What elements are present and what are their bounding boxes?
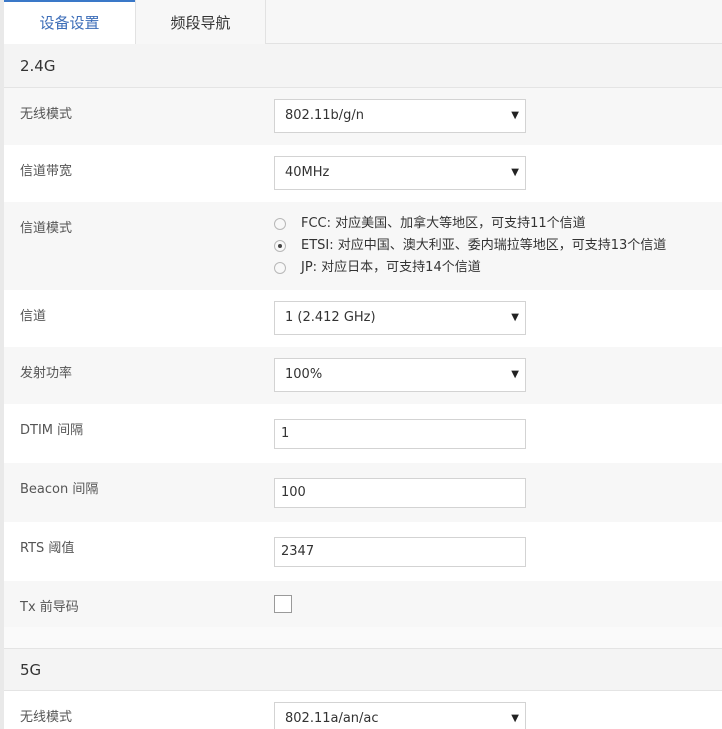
caret-down-icon: ▼ — [511, 312, 519, 323]
tx-preamble-checkbox[interactable] — [274, 595, 292, 613]
tab-device-settings[interactable]: 设备设置 — [4, 0, 135, 44]
radio-button[interactable] — [274, 262, 286, 274]
wireless-mode-5g-value: 802.11a/an/ac — [285, 711, 379, 726]
channel-value: 1 (2.412 GHz) — [285, 310, 376, 325]
tx-preamble-label: Tx 前导码 — [20, 600, 79, 615]
caret-down-icon: ▼ — [511, 110, 519, 121]
row-channel-width: 信道带宽 40MHz ▼ — [4, 145, 722, 202]
radio-button[interactable] — [274, 218, 286, 230]
section-title-5g: 5G — [4, 648, 722, 691]
row-beacon: Beacon 间隔 100 — [4, 463, 722, 522]
tab-bar: 设备设置 频段导航 — [4, 0, 722, 44]
radio-button-checked[interactable] — [274, 240, 286, 252]
channel-select[interactable]: 1 (2.412 GHz) ▼ — [274, 301, 526, 335]
row-channel-mode: 信道模式 FCC: 对应美国、加拿大等地区，可支持11个信道 ETSI: 对应中… — [4, 202, 722, 290]
channel-width-label: 信道带宽 — [20, 164, 73, 179]
beacon-input[interactable]: 100 — [274, 478, 526, 508]
row-tx-power: 发射功率 100% ▼ — [4, 347, 722, 404]
tab-band-steering[interactable]: 频段导航 — [135, 0, 266, 44]
tx-power-label: 发射功率 — [20, 366, 73, 381]
row-dtim: DTIM 间隔 1 — [4, 404, 722, 463]
caret-down-icon: ▼ — [511, 167, 519, 178]
row-channel: 信道 1 (2.412 GHz) ▼ — [4, 290, 722, 347]
wireless-mode-select[interactable]: 802.11b/g/n ▼ — [274, 99, 526, 133]
wireless-mode-5g-label: 无线模式 — [20, 710, 73, 725]
wireless-mode-5g-select[interactable]: 802.11a/an/ac ▼ — [274, 702, 526, 729]
rts-label: RTS 阈值 — [20, 541, 75, 556]
beacon-label: Beacon 间隔 — [20, 482, 99, 497]
row-rts: RTS 阈值 2347 — [4, 522, 722, 581]
section-title-24g: 2.4G — [4, 44, 722, 88]
row-wireless-mode-24g: 无线模式 802.11b/g/n ▼ — [4, 88, 722, 145]
wireless-mode-label: 无线模式 — [20, 107, 73, 122]
channel-width-select[interactable]: 40MHz ▼ — [274, 156, 526, 190]
row-tx-preamble: Tx 前导码 — [4, 581, 722, 627]
row-wireless-mode-5g: 无线模式 802.11a/an/ac ▼ — [4, 691, 722, 729]
dtim-label: DTIM 间隔 — [20, 423, 84, 438]
tx-power-select[interactable]: 100% ▼ — [274, 358, 526, 392]
caret-down-icon: ▼ — [511, 713, 519, 724]
rts-input[interactable]: 2347 — [274, 537, 526, 567]
channel-mode-label: 信道模式 — [20, 221, 73, 236]
tx-power-value: 100% — [285, 367, 323, 382]
channel-mode-option-text: JP: 对应日本，可支持14个信道 — [301, 260, 481, 275]
wireless-mode-value: 802.11b/g/n — [285, 108, 364, 123]
channel-mode-option-text: FCC: 对应美国、加拿大等地区，可支持11个信道 — [301, 216, 586, 231]
section-spacer — [4, 627, 722, 648]
dtim-input[interactable]: 1 — [274, 419, 526, 449]
channel-label: 信道 — [20, 309, 47, 324]
caret-down-icon: ▼ — [511, 369, 519, 380]
channel-width-value: 40MHz — [285, 165, 330, 180]
channel-mode-option-text: ETSI: 对应中国、澳大利亚、委内瑞拉等地区，可支持13个信道 — [301, 238, 667, 253]
